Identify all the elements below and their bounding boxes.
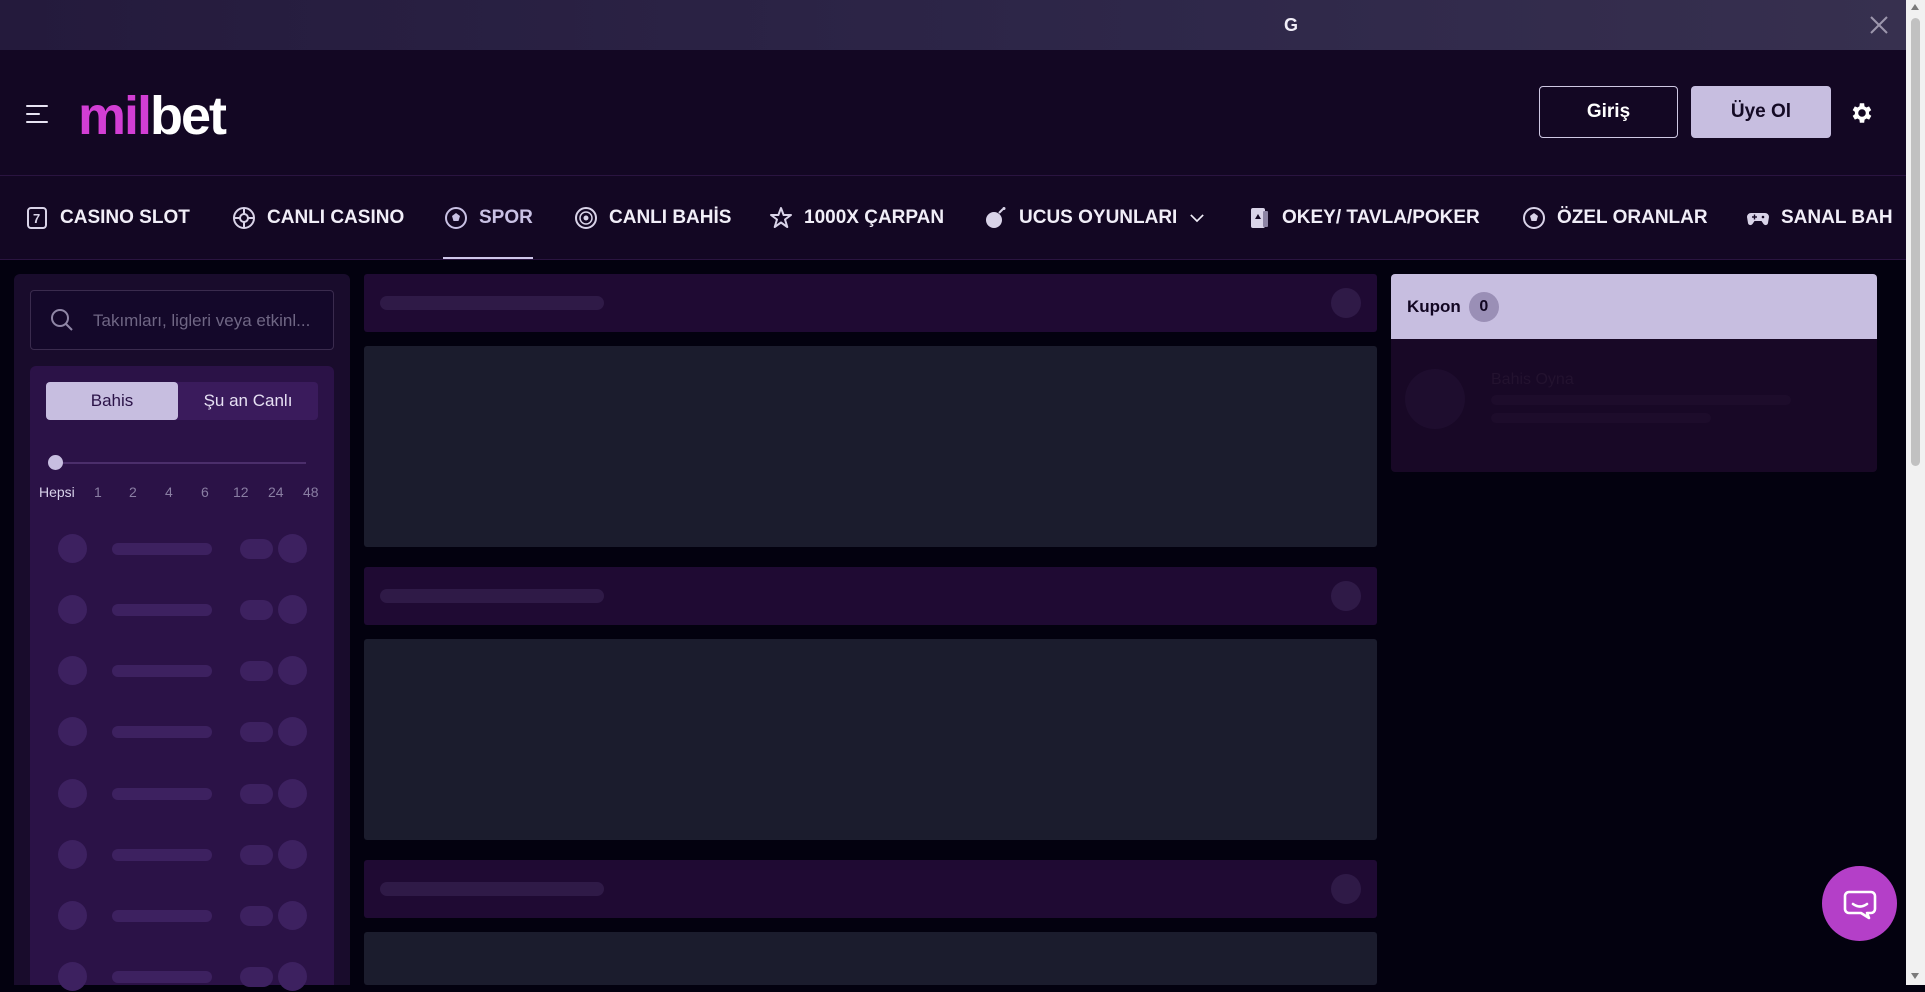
bet-mode-toggle: Bahis Şu an Canlı bbox=[46, 382, 318, 420]
skeleton-row bbox=[30, 962, 334, 992]
skeleton-row bbox=[30, 534, 334, 564]
empty-coupon-text bbox=[1491, 395, 1791, 405]
nav-item-casino-slot[interactable]: 7 CASINO SLOT bbox=[24, 176, 190, 259]
cards-icon bbox=[1251, 207, 1268, 228]
toggle-bahis[interactable]: Bahis bbox=[46, 382, 178, 420]
toggle-su-an-canli[interactable]: Şu an Canlı bbox=[178, 382, 318, 420]
coupon-header[interactable]: Kupon 0 bbox=[1391, 274, 1877, 339]
empty-coupon-icon bbox=[1405, 369, 1465, 429]
g-logo-text: G bbox=[1284, 15, 1299, 35]
search-input[interactable]: Takımları, ligleri veya etkinl... bbox=[93, 311, 310, 331]
star-icon bbox=[770, 206, 792, 228]
time-tick[interactable]: Hepsi bbox=[39, 484, 75, 500]
coupon-count-badge: 0 bbox=[1468, 291, 1499, 322]
coupon-title: Kupon bbox=[1407, 296, 1461, 316]
scroll-down-arrow-icon[interactable] bbox=[1911, 973, 1919, 979]
nav-item-ozel-oranlar[interactable]: ÖZEL ORANLAR bbox=[1521, 176, 1708, 259]
filter-panel: Bahis Şu an Canlı Hepsi 1 2 4 6 12 24 48 bbox=[30, 366, 334, 991]
skeleton-card-body bbox=[364, 639, 1377, 840]
time-slider-handle[interactable] bbox=[48, 455, 63, 470]
top-notification-bar: G bbox=[0, 0, 1906, 50]
nav-item-canli-bahis[interactable]: CANLI BAHİS bbox=[573, 176, 731, 259]
login-button[interactable]: Giriş bbox=[1539, 86, 1678, 138]
time-tick[interactable]: 2 bbox=[129, 484, 137, 500]
chat-icon bbox=[1843, 890, 1876, 919]
gamepad-icon bbox=[1747, 212, 1769, 225]
main-navigation: 7 CASINO SLOT CANLI CASINO SPOR CANLI BA… bbox=[0, 176, 1906, 260]
nav-item-canli-casino[interactable]: CANLI CASINO bbox=[231, 176, 404, 259]
skeleton-row bbox=[30, 595, 334, 625]
time-tick[interactable]: 12 bbox=[233, 484, 249, 500]
skeleton-card-header bbox=[364, 567, 1377, 625]
time-tick[interactable]: 4 bbox=[165, 484, 173, 500]
skeleton-card-header bbox=[364, 274, 1377, 332]
skeleton-card-body bbox=[364, 346, 1377, 547]
time-tick[interactable]: 48 bbox=[303, 484, 319, 500]
search-field[interactable]: Takımları, ligleri veya etkinl... bbox=[30, 290, 334, 350]
coupon-panel: Kupon 0 Bahis Oyna bbox=[1391, 274, 1877, 472]
slot-icon: 7 bbox=[27, 206, 47, 229]
skeleton-row bbox=[30, 656, 334, 686]
football-icon bbox=[445, 206, 467, 229]
scroll-up-arrow-icon[interactable] bbox=[1911, 4, 1919, 10]
site-logo[interactable]: milbet bbox=[78, 86, 227, 146]
skeleton-row bbox=[30, 901, 334, 931]
nav-item-okey-tavla-poker[interactable]: OKEY/ TAVLA/POKER bbox=[1246, 176, 1480, 259]
time-tick[interactable]: 1 bbox=[94, 484, 102, 500]
sports-sidebar: Takımları, ligleri veya etkinl... Bahis … bbox=[14, 274, 350, 991]
chevron-down-icon bbox=[1190, 213, 1205, 222]
coupon-empty-state: Bahis Oyna bbox=[1391, 339, 1877, 472]
nav-item-ucus-oyunlari[interactable]: UCUS OYUNLARI bbox=[983, 176, 1207, 259]
nav-item-spor[interactable]: SPOR bbox=[443, 176, 533, 259]
empty-coupon-text bbox=[1491, 413, 1711, 423]
skeleton-card-header bbox=[364, 860, 1377, 918]
svg-text:7: 7 bbox=[33, 211, 40, 226]
gear-icon[interactable] bbox=[1849, 100, 1875, 126]
time-slider-track[interactable] bbox=[54, 462, 306, 464]
site-header: milbet Giriş Üye Ol bbox=[0, 50, 1906, 176]
nav-item-sanal-bahis[interactable]: SANAL BAH bbox=[1745, 176, 1893, 259]
time-tick[interactable]: 24 bbox=[268, 484, 284, 500]
football-icon bbox=[1523, 206, 1545, 229]
bomb-icon bbox=[986, 206, 1006, 228]
live-signal-icon bbox=[575, 206, 597, 229]
search-icon bbox=[51, 309, 73, 331]
roulette-icon bbox=[233, 206, 255, 229]
live-chat-button[interactable] bbox=[1822, 866, 1897, 941]
register-button[interactable]: Üye Ol bbox=[1691, 86, 1831, 138]
active-tab-indicator bbox=[443, 257, 533, 259]
page-scrollbar[interactable] bbox=[1906, 0, 1925, 985]
menu-icon[interactable] bbox=[26, 104, 52, 124]
time-tick[interactable]: 6 bbox=[201, 484, 209, 500]
skeleton-row bbox=[30, 779, 334, 809]
empty-coupon-title: Bahis Oyna bbox=[1491, 371, 1574, 388]
skeleton-card-body bbox=[364, 932, 1377, 985]
nav-item-1000x-carpan[interactable]: 1000X ÇARPAN bbox=[768, 176, 944, 259]
scrollbar-thumb[interactable] bbox=[1911, 18, 1920, 466]
close-icon[interactable] bbox=[1868, 14, 1890, 36]
skeleton-row bbox=[30, 840, 334, 870]
skeleton-row bbox=[30, 717, 334, 747]
